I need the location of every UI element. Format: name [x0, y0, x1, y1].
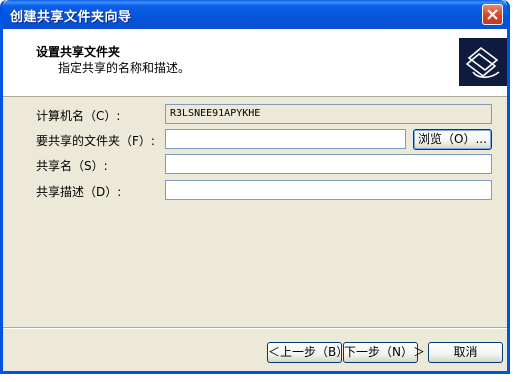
- close-button[interactable]: [482, 4, 503, 25]
- header-subtitle: 指定共享的名称和描述。: [58, 61, 191, 75]
- share-description-label: 共享描述（D）:: [36, 185, 122, 199]
- window-title: 创建共享文件夹向导: [10, 10, 132, 25]
- folder-to-share-input[interactable]: [165, 129, 406, 149]
- folder-to-share-label: 要共享的文件夹（F）:: [36, 134, 155, 148]
- computer-name-label: 计算机名（C）:: [36, 109, 121, 123]
- footer-divider: [3, 327, 507, 329]
- wizard-header: 设置共享文件夹 指定共享的名称和描述。: [3, 29, 507, 97]
- title-bar[interactable]: 创建共享文件夹向导: [3, 0, 507, 29]
- shared-folder-wizard-icon: [459, 38, 507, 86]
- close-icon: [487, 9, 498, 20]
- browse-button[interactable]: 浏览（O）...: [413, 129, 492, 150]
- computer-name-field: R3LSNEE91APYKHE: [165, 104, 492, 124]
- header-title: 设置共享文件夹: [36, 45, 121, 59]
- share-name-input[interactable]: [165, 154, 492, 174]
- share-name-label: 共享名（S）:: [36, 159, 108, 173]
- wizard-window: 创建共享文件夹向导 设置共享文件夹 指定共享的名称和描述。 计算机名（C）: R…: [0, 0, 510, 374]
- cancel-button[interactable]: 取消: [428, 342, 503, 363]
- back-button[interactable]: ＜上一步（B）: [267, 342, 348, 363]
- next-button[interactable]: 下一步（N）＞: [343, 342, 425, 363]
- share-description-input[interactable]: [165, 180, 492, 200]
